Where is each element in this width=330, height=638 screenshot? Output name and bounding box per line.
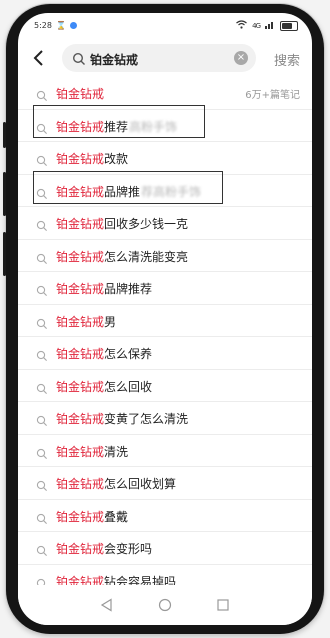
search-input[interactable]: 铂金钻戒 × bbox=[62, 44, 256, 72]
wifi-icon bbox=[236, 20, 247, 32]
search-icon bbox=[36, 477, 48, 491]
navigation-bar bbox=[18, 585, 312, 625]
nav-recent-icon[interactable] bbox=[216, 597, 230, 611]
suggestion-text: 铂金钻戒变黄了怎么清洗 bbox=[56, 410, 188, 427]
notification-dot-icon bbox=[69, 22, 77, 29]
highlight-box-1 bbox=[33, 105, 205, 138]
suggestion-item[interactable]: 铂金钻戒清洗 bbox=[18, 435, 312, 467]
suggestion-item[interactable]: 铂金钻戒会变形吗 bbox=[18, 532, 312, 565]
suggestion-keyword: 铂金钻戒 bbox=[56, 477, 105, 491]
suggestion-text: 铂金钻戒 bbox=[56, 85, 104, 102]
suggestion-item[interactable]: 铂金钻戒怎么回收划算 bbox=[18, 467, 312, 500]
suggestion-text: 铂金钻戒清洗 bbox=[56, 443, 128, 460]
power-button bbox=[3, 122, 6, 148]
clear-icon[interactable]: × bbox=[234, 51, 248, 65]
highlight-box-2 bbox=[33, 171, 223, 204]
suggestion-text: 铂金钻戒怎么回收划算 bbox=[56, 475, 176, 492]
suggestion-keyword: 铂金钻戒 bbox=[56, 509, 105, 524]
suggestion-suffix: 怎么清洗能变亮 bbox=[104, 249, 189, 264]
suggestion-item[interactable]: 铂金钻戒变黄了怎么清洗 bbox=[18, 402, 312, 435]
suggestion-item[interactable]: 铂金钻戒怎么清洗能变亮 bbox=[18, 240, 312, 272]
signal-bars-icon bbox=[265, 21, 275, 31]
search-icon bbox=[36, 347, 48, 361]
suggestion-suffix: 回收多少钱一克 bbox=[104, 217, 189, 231]
search-icon bbox=[36, 250, 48, 264]
suggestion-suffix: 改款 bbox=[104, 152, 129, 166]
screen: 5:28 ⌛ 4G 铂金钻戒 × 搜索 铂金钻戒 6万+篇笔记 铂金钻戒推荐高粉… bbox=[18, 13, 312, 625]
suggestion-suffix: 品牌推荐 bbox=[104, 282, 153, 296]
suggestion-keyword: 铂金钻戒 bbox=[56, 379, 105, 394]
search-icon bbox=[36, 510, 48, 524]
suggestion-keyword: 铂金钻戒 bbox=[56, 314, 105, 329]
search-icon bbox=[36, 152, 48, 166]
search-icon bbox=[36, 217, 48, 231]
suggestion-item[interactable]: 铂金钻戒男 bbox=[18, 305, 312, 337]
note-count: 6万+篇笔记 bbox=[245, 90, 300, 101]
suggestion-text: 铂金钻戒会变形吗 bbox=[56, 540, 152, 557]
suggestion-text: 铂金钻戒回收多少钱一克 bbox=[56, 215, 188, 232]
suggestion-keyword: 铂金钻戒 bbox=[56, 249, 105, 264]
suggestion-keyword: 铂金钻戒 bbox=[56, 282, 105, 296]
suggestion-item[interactable]: 铂金钻戒怎么回收 bbox=[18, 370, 312, 402]
suggestion-item[interactable]: 铂金钻戒钻会容易掉吗 bbox=[18, 565, 312, 585]
suggestion-keyword: 铂金钻戒 bbox=[56, 412, 105, 426]
suggestion-item[interactable]: 铂金钻戒怎么保养 bbox=[18, 337, 312, 370]
suggestion-suffix: 会变形吗 bbox=[104, 542, 153, 556]
search-bar: 铂金钻戒 × 搜索 bbox=[18, 41, 312, 77]
suggestion-text: 铂金钻戒怎么清洗能变亮 bbox=[56, 248, 188, 265]
search-icon bbox=[36, 282, 48, 296]
search-icon bbox=[36, 315, 48, 329]
suggestion-suffix: 钻会容易掉吗 bbox=[104, 574, 177, 585]
status-bar: 5:28 ⌛ 4G bbox=[18, 13, 312, 39]
signal-label: 4G bbox=[252, 22, 261, 30]
suggestion-text: 铂金钻戒男 bbox=[56, 313, 116, 330]
suggestion-item[interactable]: 铂金钻戒回收多少钱一克 bbox=[18, 207, 312, 240]
suggestion-text: 铂金钻戒品牌推荐 bbox=[56, 280, 152, 297]
suggestion-list: 铂金钻戒 6万+篇笔记 铂金钻戒推荐高粉手饰 铂金钻戒改款 铂金钻戒品牌推荐高粉手饰 铂金… bbox=[18, 77, 312, 585]
suggestion-keyword: 铂金钻戒 bbox=[56, 444, 105, 459]
search-icon bbox=[36, 575, 48, 585]
suggestion-text: 铂金钻戒怎么保养 bbox=[56, 345, 152, 362]
volume-down-button bbox=[3, 232, 6, 276]
suggestion-text: 铂金钻戒怎么回收 bbox=[56, 378, 152, 395]
battery-icon bbox=[280, 21, 298, 31]
suggestion-item[interactable]: 铂金钻戒改款 bbox=[18, 142, 312, 175]
nav-back-icon[interactable] bbox=[100, 597, 114, 612]
suggestion-suffix: 怎么保养 bbox=[104, 347, 153, 361]
suggestion-keyword: 铂金钻戒 bbox=[56, 347, 105, 361]
suggestion-suffix: 怎么回收划算 bbox=[104, 477, 177, 491]
search-query: 铂金钻戒 bbox=[90, 53, 139, 67]
suggestion-suffix: 男 bbox=[104, 314, 117, 329]
search-icon bbox=[36, 445, 48, 459]
suggestion-text: 铂金钻戒钻会容易掉吗 bbox=[56, 573, 176, 585]
suggestion-item[interactable]: 铂金钻戒叠戴 bbox=[18, 500, 312, 532]
suggestion-text: 铂金钻戒叠戴 bbox=[56, 508, 128, 525]
suggestion-keyword: 铂金钻戒 bbox=[56, 217, 105, 231]
search-icon bbox=[72, 51, 86, 65]
search-icon bbox=[36, 412, 48, 426]
suggestion-keyword: 铂金钻戒 bbox=[56, 87, 105, 101]
suggestion-suffix: 叠戴 bbox=[104, 509, 129, 524]
search-button[interactable]: 搜索 bbox=[274, 50, 300, 69]
suggestion-keyword: 铂金钻戒 bbox=[56, 542, 105, 556]
suggestion-keyword: 铂金钻戒 bbox=[56, 152, 105, 166]
suggestion-suffix: 怎么回收 bbox=[104, 379, 153, 394]
suggestion-item[interactable]: 铂金钻戒品牌推荐 bbox=[18, 272, 312, 305]
suggestion-suffix: 清洗 bbox=[104, 444, 129, 459]
suggestion-keyword: 铂金钻戒 bbox=[56, 574, 105, 585]
search-icon bbox=[36, 380, 48, 394]
volume-up-button bbox=[3, 172, 6, 216]
search-icon bbox=[36, 87, 48, 101]
suggestion-suffix: 变黄了怎么清洗 bbox=[104, 412, 189, 426]
hourglass-icon: ⌛ bbox=[55, 21, 66, 30]
suggestion-text: 铂金钻戒改款 bbox=[56, 150, 128, 167]
nav-home-icon[interactable] bbox=[158, 597, 172, 612]
search-icon bbox=[36, 542, 48, 556]
back-arrow-icon[interactable] bbox=[28, 47, 50, 71]
status-time: 5:28 bbox=[34, 21, 52, 30]
